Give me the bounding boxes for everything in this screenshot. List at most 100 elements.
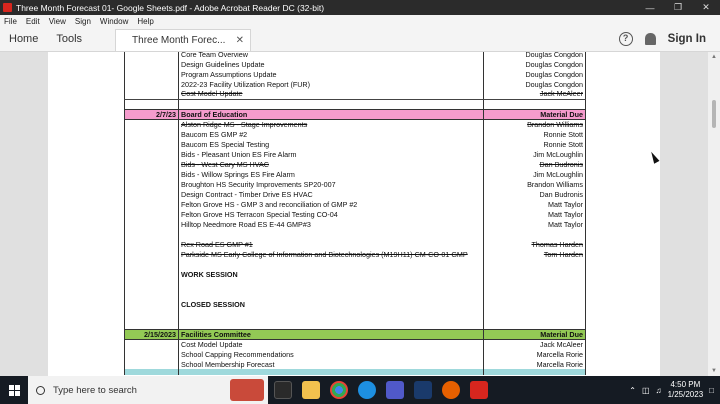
row-date [124,239,179,249]
menu-sign[interactable]: Sign [75,17,91,26]
vertical-scrollbar[interactable]: ▲ ▼ [708,52,720,376]
taskbar-search[interactable]: Type here to search [28,376,268,404]
schedule-table: Core Team Overview Douglas Congdon Design … [124,52,586,375]
row-item: Bids - West Cary MS HVAC [178,159,484,169]
row-item [178,229,484,239]
table-row [124,259,586,269]
row-owner: Jim McLoughlin [483,149,586,159]
row-item: Baucom ES GMP #2 [178,129,484,139]
scroll-down-icon[interactable]: ▼ [711,368,717,374]
row-date [124,279,179,289]
network-icon[interactable]: ◫ [642,386,650,395]
notification-bell-icon[interactable] [644,33,656,45]
row-item: WORK SESSION [178,269,484,279]
row-date: 2/15/2023 [124,328,179,340]
scroll-up-icon[interactable]: ▲ [711,54,717,60]
row-owner: Marcella Rorie [483,349,586,359]
table-row: Parkside MS Early College of Information… [124,249,586,259]
row-date [124,52,179,59]
row-date [124,299,179,309]
row-date [124,169,179,179]
row-owner: Material Due [483,328,586,340]
row-item [178,259,484,269]
table-row: Baucom ES Special Testing Ronnie Stott [124,139,586,149]
row-owner [483,269,586,279]
sign-in-button[interactable]: Sign In [668,33,706,45]
row-item: 2022-23 Facility Utilization Report (FUR… [178,79,484,89]
row-item [178,99,484,109]
row-item: Core Team Overview [178,52,484,59]
acrobat-taskbar-icon[interactable] [470,381,488,399]
table-row [124,319,586,329]
table-row: Bids - Willow Springs ES Fire Alarm Jim M… [124,169,586,179]
file-explorer-icon[interactable] [302,381,320,399]
row-item: Bids - Pleasant Union ES Fire Alarm [178,149,484,159]
start-button[interactable] [0,376,28,404]
table-row: Design Guidelines Update Douglas Congdon [124,59,586,69]
row-owner: Dan Budronis [483,189,586,199]
row-owner: Douglas Congdon [483,79,586,89]
table-row: Bids - Pleasant Union ES Fire Alarm Jim M… [124,149,586,159]
tools-tab[interactable]: Tools [47,27,91,51]
home-tab[interactable]: Home [0,27,47,51]
menu-file[interactable]: File [4,17,17,26]
row-owner: Jack McAleer [483,339,586,349]
row-date [124,59,179,69]
row-owner: Brandon Williams [483,179,586,189]
row-owner: Thomas Harden [483,239,586,249]
row-owner: Dan Budronis [483,159,586,169]
clock[interactable]: 4:50 PM 1/25/2023 [668,380,704,400]
row-owner: Matt Taylor [483,219,586,229]
help-icon[interactable]: ? [618,32,633,46]
edge-icon[interactable] [358,381,376,399]
table-row: Felton Grove HS Terracon Special Testing… [124,209,586,219]
row-owner: Douglas Congdon [483,52,586,59]
table-row: Alston Ridge MS - Stage Improvements Bran… [124,119,586,129]
minimize-button[interactable]: — [636,3,664,13]
menu-window[interactable]: Window [100,17,128,26]
menu-view[interactable]: View [49,17,66,26]
row-item: Program Assumptions Update [178,69,484,79]
document-viewer[interactable]: Core Team Overview Douglas Congdon Design … [0,52,720,376]
notifications-icon[interactable]: □ [709,386,714,395]
row-date [124,309,179,319]
volume-icon[interactable]: ♫ [656,386,662,395]
row-item: Cost Model Update [178,89,484,100]
row-owner: Matt Taylor [483,209,586,219]
windows-logo-icon [8,384,20,396]
restore-button[interactable]: ❐ [664,2,692,13]
tray-chevron-icon[interactable]: ⌃ [629,386,636,395]
system-tray: ⌃ ◫ ♫ 4:50 PM 1/25/2023 □ [629,380,720,400]
row-date [124,349,179,359]
table-row: CLOSED SESSION [124,299,586,309]
pcs-app-icon[interactable] [414,381,432,399]
document-tab[interactable]: Three Month Forec... ✕ [115,29,252,51]
clock-date: 1/25/2023 [667,390,704,399]
firefox-icon[interactable] [442,381,460,399]
acrobat-app-icon [3,3,12,12]
row-item: Broughton HS Security Improvements SP20-… [178,179,484,189]
table-row: 2/15/2023 Facilities Committee Material Du… [124,328,586,340]
row-item: Alston Ridge MS - Stage Improvements [178,119,484,129]
row-date [124,69,179,79]
task-view-icon[interactable] [274,381,292,399]
row-item: Baucom ES Special Testing [178,139,484,149]
row-date [124,179,179,189]
close-tab-icon[interactable]: ✕ [236,35,244,46]
row-date [124,259,179,269]
row-date [124,79,179,89]
teams-icon[interactable] [386,381,404,399]
table-row: School Membership Forecast Marcella Rorie [124,359,586,369]
row-date: 2/7/23 [124,108,179,120]
close-window-button[interactable]: ✕ [692,2,720,13]
row-date [124,319,179,329]
row-date [124,249,179,259]
menu-help[interactable]: Help [137,17,153,26]
row-date [124,229,179,239]
row-item: School Membership Forecast [178,359,484,369]
menu-edit[interactable]: Edit [26,17,40,26]
chrome-icon[interactable] [330,381,348,399]
scroll-thumb[interactable] [712,100,716,128]
row-date [124,159,179,169]
table-row: Baucom ES GMP #2 Ronnie Stott [124,129,586,139]
